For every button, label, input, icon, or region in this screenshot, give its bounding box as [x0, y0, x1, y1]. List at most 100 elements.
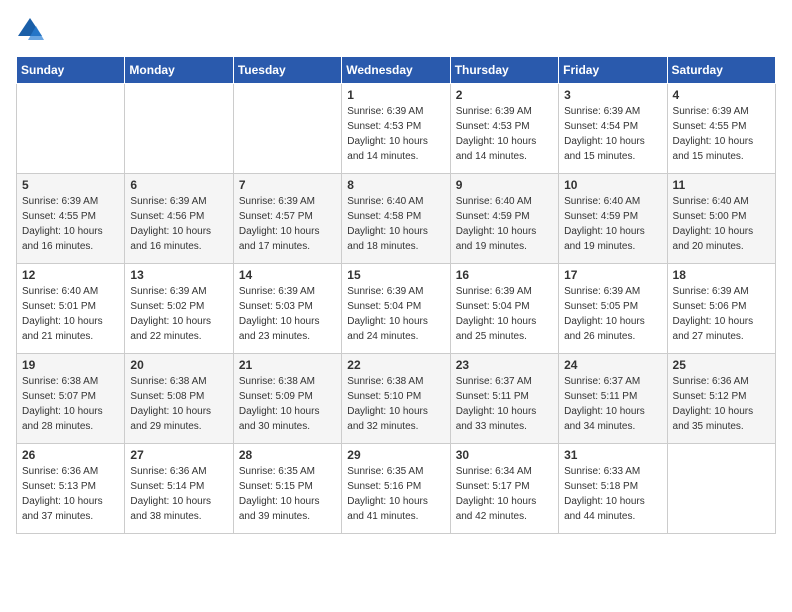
calendar-cell [233, 84, 341, 174]
day-number: 9 [456, 178, 553, 192]
day-header-wednesday: Wednesday [342, 57, 450, 84]
day-info: Sunrise: 6:39 AMSunset: 5:04 PMDaylight:… [456, 286, 537, 342]
week-row-3: 12 Sunrise: 6:40 AMSunset: 5:01 PMDaylig… [17, 264, 776, 354]
day-info: Sunrise: 6:39 AMSunset: 5:03 PMDaylight:… [239, 286, 320, 342]
day-info: Sunrise: 6:39 AMSunset: 5:02 PMDaylight:… [130, 286, 211, 342]
calendar-cell: 22 Sunrise: 6:38 AMSunset: 5:10 PMDaylig… [342, 354, 450, 444]
day-number: 5 [22, 178, 119, 192]
day-number: 18 [673, 268, 770, 282]
day-number: 22 [347, 358, 444, 372]
calendar-table: SundayMondayTuesdayWednesdayThursdayFrid… [16, 56, 776, 534]
day-info: Sunrise: 6:39 AMSunset: 5:05 PMDaylight:… [564, 286, 645, 342]
day-info: Sunrise: 6:40 AMSunset: 4:59 PMDaylight:… [564, 196, 645, 252]
week-row-4: 19 Sunrise: 6:38 AMSunset: 5:07 PMDaylig… [17, 354, 776, 444]
calendar-cell: 12 Sunrise: 6:40 AMSunset: 5:01 PMDaylig… [17, 264, 125, 354]
day-number: 4 [673, 88, 770, 102]
day-info: Sunrise: 6:35 AMSunset: 5:16 PMDaylight:… [347, 466, 428, 522]
day-number: 12 [22, 268, 119, 282]
day-info: Sunrise: 6:39 AMSunset: 4:57 PMDaylight:… [239, 196, 320, 252]
day-number: 13 [130, 268, 227, 282]
day-number: 3 [564, 88, 661, 102]
calendar-cell: 30 Sunrise: 6:34 AMSunset: 5:17 PMDaylig… [450, 444, 558, 534]
calendar-cell: 18 Sunrise: 6:39 AMSunset: 5:06 PMDaylig… [667, 264, 775, 354]
day-number: 2 [456, 88, 553, 102]
logo [16, 16, 48, 44]
day-number: 23 [456, 358, 553, 372]
day-info: Sunrise: 6:37 AMSunset: 5:11 PMDaylight:… [564, 376, 645, 432]
page-header [16, 16, 776, 44]
day-header-saturday: Saturday [667, 57, 775, 84]
calendar-cell: 19 Sunrise: 6:38 AMSunset: 5:07 PMDaylig… [17, 354, 125, 444]
day-number: 19 [22, 358, 119, 372]
day-info: Sunrise: 6:40 AMSunset: 5:01 PMDaylight:… [22, 286, 103, 342]
day-number: 25 [673, 358, 770, 372]
day-info: Sunrise: 6:36 AMSunset: 5:12 PMDaylight:… [673, 376, 754, 432]
day-number: 27 [130, 448, 227, 462]
calendar-cell: 29 Sunrise: 6:35 AMSunset: 5:16 PMDaylig… [342, 444, 450, 534]
calendar-cell: 28 Sunrise: 6:35 AMSunset: 5:15 PMDaylig… [233, 444, 341, 534]
day-number: 10 [564, 178, 661, 192]
day-header-thursday: Thursday [450, 57, 558, 84]
day-info: Sunrise: 6:39 AMSunset: 5:06 PMDaylight:… [673, 286, 754, 342]
day-info: Sunrise: 6:38 AMSunset: 5:08 PMDaylight:… [130, 376, 211, 432]
calendar-cell: 31 Sunrise: 6:33 AMSunset: 5:18 PMDaylig… [559, 444, 667, 534]
day-number: 11 [673, 178, 770, 192]
day-number: 6 [130, 178, 227, 192]
day-header-friday: Friday [559, 57, 667, 84]
day-number: 17 [564, 268, 661, 282]
day-number: 30 [456, 448, 553, 462]
day-info: Sunrise: 6:39 AMSunset: 5:04 PMDaylight:… [347, 286, 428, 342]
day-info: Sunrise: 6:35 AMSunset: 5:15 PMDaylight:… [239, 466, 320, 522]
calendar-cell: 9 Sunrise: 6:40 AMSunset: 4:59 PMDayligh… [450, 174, 558, 264]
day-info: Sunrise: 6:39 AMSunset: 4:55 PMDaylight:… [22, 196, 103, 252]
day-number: 1 [347, 88, 444, 102]
calendar-cell [667, 444, 775, 534]
day-number: 24 [564, 358, 661, 372]
calendar-cell: 17 Sunrise: 6:39 AMSunset: 5:05 PMDaylig… [559, 264, 667, 354]
day-info: Sunrise: 6:38 AMSunset: 5:07 PMDaylight:… [22, 376, 103, 432]
day-number: 15 [347, 268, 444, 282]
day-number: 28 [239, 448, 336, 462]
calendar-cell: 3 Sunrise: 6:39 AMSunset: 4:54 PMDayligh… [559, 84, 667, 174]
day-info: Sunrise: 6:37 AMSunset: 5:11 PMDaylight:… [456, 376, 537, 432]
day-header-tuesday: Tuesday [233, 57, 341, 84]
calendar-cell: 26 Sunrise: 6:36 AMSunset: 5:13 PMDaylig… [17, 444, 125, 534]
day-info: Sunrise: 6:40 AMSunset: 4:59 PMDaylight:… [456, 196, 537, 252]
day-info: Sunrise: 6:38 AMSunset: 5:09 PMDaylight:… [239, 376, 320, 432]
day-info: Sunrise: 6:39 AMSunset: 4:53 PMDaylight:… [347, 106, 428, 162]
calendar-cell [17, 84, 125, 174]
day-number: 29 [347, 448, 444, 462]
day-number: 20 [130, 358, 227, 372]
day-info: Sunrise: 6:38 AMSunset: 5:10 PMDaylight:… [347, 376, 428, 432]
calendar-cell: 15 Sunrise: 6:39 AMSunset: 5:04 PMDaylig… [342, 264, 450, 354]
day-info: Sunrise: 6:39 AMSunset: 4:53 PMDaylight:… [456, 106, 537, 162]
calendar-cell: 23 Sunrise: 6:37 AMSunset: 5:11 PMDaylig… [450, 354, 558, 444]
logo-icon [16, 16, 44, 44]
day-number: 8 [347, 178, 444, 192]
day-number: 31 [564, 448, 661, 462]
calendar-cell: 24 Sunrise: 6:37 AMSunset: 5:11 PMDaylig… [559, 354, 667, 444]
calendar-cell: 11 Sunrise: 6:40 AMSunset: 5:00 PMDaylig… [667, 174, 775, 264]
header-row: SundayMondayTuesdayWednesdayThursdayFrid… [17, 57, 776, 84]
calendar-cell: 7 Sunrise: 6:39 AMSunset: 4:57 PMDayligh… [233, 174, 341, 264]
day-number: 14 [239, 268, 336, 282]
day-number: 26 [22, 448, 119, 462]
day-info: Sunrise: 6:36 AMSunset: 5:13 PMDaylight:… [22, 466, 103, 522]
calendar-cell: 25 Sunrise: 6:36 AMSunset: 5:12 PMDaylig… [667, 354, 775, 444]
calendar-cell: 6 Sunrise: 6:39 AMSunset: 4:56 PMDayligh… [125, 174, 233, 264]
day-info: Sunrise: 6:39 AMSunset: 4:54 PMDaylight:… [564, 106, 645, 162]
day-info: Sunrise: 6:34 AMSunset: 5:17 PMDaylight:… [456, 466, 537, 522]
calendar-cell: 4 Sunrise: 6:39 AMSunset: 4:55 PMDayligh… [667, 84, 775, 174]
week-row-5: 26 Sunrise: 6:36 AMSunset: 5:13 PMDaylig… [17, 444, 776, 534]
day-info: Sunrise: 6:39 AMSunset: 4:56 PMDaylight:… [130, 196, 211, 252]
day-info: Sunrise: 6:36 AMSunset: 5:14 PMDaylight:… [130, 466, 211, 522]
calendar-cell: 1 Sunrise: 6:39 AMSunset: 4:53 PMDayligh… [342, 84, 450, 174]
calendar-cell: 27 Sunrise: 6:36 AMSunset: 5:14 PMDaylig… [125, 444, 233, 534]
day-header-sunday: Sunday [17, 57, 125, 84]
week-row-2: 5 Sunrise: 6:39 AMSunset: 4:55 PMDayligh… [17, 174, 776, 264]
calendar-cell: 16 Sunrise: 6:39 AMSunset: 5:04 PMDaylig… [450, 264, 558, 354]
calendar-cell: 20 Sunrise: 6:38 AMSunset: 5:08 PMDaylig… [125, 354, 233, 444]
calendar-cell: 13 Sunrise: 6:39 AMSunset: 5:02 PMDaylig… [125, 264, 233, 354]
calendar-cell [125, 84, 233, 174]
day-info: Sunrise: 6:40 AMSunset: 4:58 PMDaylight:… [347, 196, 428, 252]
